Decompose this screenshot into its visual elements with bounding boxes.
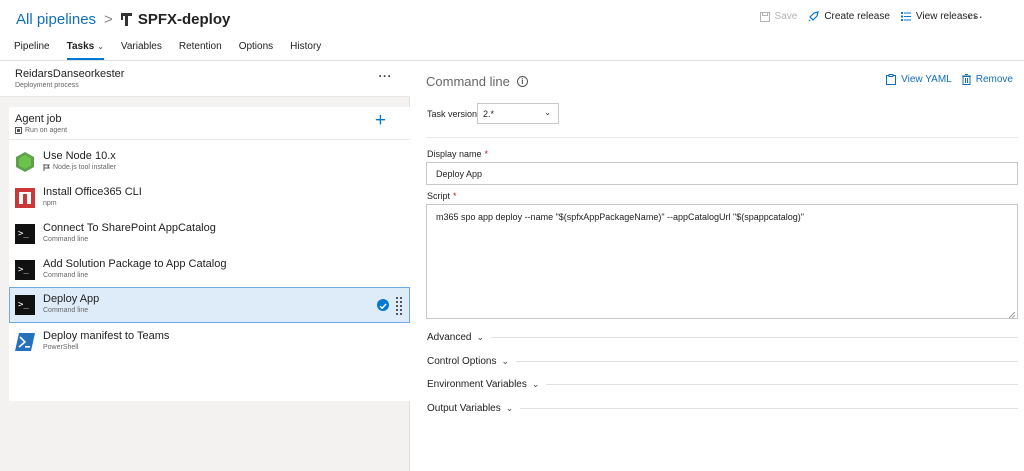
- pipeline-icon: [120, 12, 132, 26]
- all-pipelines-link[interactable]: All pipelines: [16, 11, 96, 28]
- task-version-label: Task version: [427, 109, 478, 119]
- pipeline-title: SPFX-deploy: [137, 10, 231, 28]
- task-item[interactable]: Use Node 10.x Node.js tool installer: [9, 144, 410, 180]
- chevron-down-icon: ⌄: [97, 42, 104, 51]
- clipboard-icon: [886, 74, 897, 85]
- flag-icon: [43, 164, 50, 171]
- tab-history[interactable]: History: [290, 38, 321, 60]
- tab-retention[interactable]: Retention: [179, 38, 222, 60]
- chevron-down-icon: ⌄: [544, 108, 551, 117]
- process-name: ReidarsDanseorkester: [15, 68, 125, 80]
- create-release-button[interactable]: Create release: [808, 11, 890, 22]
- agent-job-card: Agent job Run on agent + Use Node 10.x N…: [9, 107, 410, 401]
- header-actions: Save Create release View releases: [749, 11, 978, 22]
- resize-grip-icon[interactable]: [1008, 310, 1016, 319]
- info-icon[interactable]: i: [516, 76, 528, 87]
- drag-handle-icon[interactable]: [396, 296, 402, 316]
- trash-icon: [961, 74, 971, 85]
- task-item[interactable]: Install Office365 CLI npm: [9, 180, 410, 216]
- tab-variables[interactable]: Variables: [121, 38, 162, 60]
- npm-icon: [15, 188, 35, 208]
- agent-icon: [15, 127, 22, 134]
- task-item[interactable]: Deploy manifest to Teams PowerShell: [9, 324, 410, 360]
- script-textarea[interactable]: m365 spo app deploy --name "$(spfxAppPac…: [426, 204, 1018, 319]
- header: All pipelines > SPFX-deploy Save Create …: [0, 0, 1024, 36]
- detail-title: Command line i: [426, 74, 528, 89]
- detail-actions: View YAML Remove: [876, 74, 1013, 85]
- list-icon: [900, 12, 911, 21]
- process-more-button[interactable]: ···: [379, 69, 393, 83]
- task-item-selected[interactable]: >_ Deploy App Command line: [9, 287, 410, 323]
- save-button[interactable]: Save: [759, 11, 798, 22]
- process-subtitle: Deployment process: [15, 82, 79, 89]
- chevron-down-icon: ⌄: [501, 355, 510, 366]
- task-detail-panel: Command line i View YAML Remove Task ver…: [411, 61, 1024, 471]
- more-options-button[interactable]: ···: [967, 8, 984, 24]
- agent-job-name: Agent job: [15, 113, 62, 125]
- deployment-process[interactable]: ReidarsDanseorkester Deployment process …: [0, 61, 410, 97]
- view-yaml-button[interactable]: View YAML: [886, 74, 952, 85]
- breadcrumb-separator: >: [104, 10, 113, 28]
- tab-bar: Pipeline Tasks ⌄ Variables Retention Opti…: [14, 38, 338, 60]
- terminal-icon: >_: [15, 224, 35, 244]
- tab-pipeline[interactable]: Pipeline: [14, 38, 50, 60]
- task-item[interactable]: >_ Add Solution Package to App Catalog C…: [9, 252, 410, 288]
- chevron-down-icon: ⌄: [531, 378, 540, 389]
- chevron-down-icon: ⌄: [505, 402, 514, 413]
- script-label: Script *: [427, 191, 457, 201]
- agent-job[interactable]: Agent job Run on agent +: [9, 107, 410, 140]
- remove-button[interactable]: Remove: [961, 74, 1013, 85]
- environment-variables-section[interactable]: Environment Variables ⌄: [427, 377, 1018, 391]
- create-release-label: Create release: [824, 11, 890, 22]
- nodejs-icon: [15, 152, 35, 172]
- divider: [426, 137, 1019, 138]
- advanced-section[interactable]: Advanced ⌄: [427, 330, 1018, 344]
- save-icon: [759, 11, 770, 22]
- save-label: Save: [774, 11, 798, 22]
- checkmark-icon: [377, 299, 389, 311]
- rocket-icon: [808, 11, 820, 22]
- add-task-button[interactable]: +: [375, 110, 386, 132]
- task-item[interactable]: >_ Connect To SharePoint AppCatalog Comm…: [9, 216, 410, 252]
- display-name-label: Display name *: [427, 149, 489, 159]
- terminal-icon: >_: [15, 260, 35, 280]
- powershell-icon: [15, 332, 35, 352]
- control-options-section[interactable]: Control Options ⌄: [427, 354, 1018, 368]
- tab-tasks[interactable]: Tasks ⌄: [66, 38, 105, 60]
- terminal-icon: >_: [15, 295, 35, 315]
- tab-options[interactable]: Options: [239, 38, 273, 60]
- chevron-down-icon: ⌄: [476, 331, 485, 342]
- output-variables-section[interactable]: Output Variables ⌄: [427, 401, 1018, 415]
- agent-job-subtitle: Run on agent: [15, 127, 67, 134]
- task-list-panel: ReidarsDanseorkester Deployment process …: [0, 61, 410, 471]
- task-version-select[interactable]: 2.* ⌄: [477, 103, 559, 124]
- breadcrumb: All pipelines > SPFX-deploy: [16, 9, 230, 29]
- display-name-field[interactable]: Deploy App: [426, 162, 1018, 185]
